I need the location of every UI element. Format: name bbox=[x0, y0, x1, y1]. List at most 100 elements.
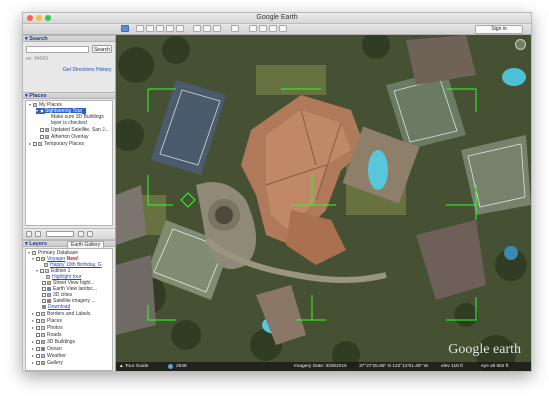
checkbox[interactable] bbox=[42, 298, 46, 303]
checkbox[interactable] bbox=[36, 360, 40, 365]
get-directions-link[interactable]: Get Directions bbox=[63, 67, 95, 73]
3d-cities-icon bbox=[47, 292, 51, 297]
places-header[interactable]: ▾ Places bbox=[23, 92, 115, 99]
add-folder-icon[interactable] bbox=[87, 231, 93, 237]
layers-item-borders[interactable]: ▸ Borders and Labels bbox=[32, 311, 90, 317]
checkbox[interactable] bbox=[36, 353, 40, 358]
checkbox[interactable] bbox=[36, 325, 40, 330]
toolbar: Sign in bbox=[23, 24, 531, 35]
history-link[interactable]: History bbox=[96, 67, 112, 73]
buildings-icon bbox=[41, 339, 45, 344]
email-icon[interactable] bbox=[249, 25, 257, 32]
folder-icon bbox=[33, 102, 37, 107]
tour-guide-button[interactable]: ▲ Tour Guide bbox=[119, 362, 148, 371]
layers-item-download[interactable]: Download bbox=[42, 304, 70, 310]
sidebar-toggle-icon[interactable] bbox=[121, 25, 129, 32]
checkbox[interactable] bbox=[36, 256, 40, 261]
compass-icon[interactable] bbox=[515, 39, 526, 50]
places-item-updated-satellite[interactable]: Updated Satellite, San J... bbox=[36, 127, 109, 133]
roads-icon bbox=[41, 332, 45, 337]
street-view-icon bbox=[47, 280, 51, 285]
voyager-icon bbox=[41, 256, 45, 261]
tour-thumbnail-icon[interactable] bbox=[168, 364, 173, 369]
checkbox[interactable] bbox=[36, 332, 40, 337]
satellite-icon bbox=[47, 298, 51, 303]
window-title: Google Earth bbox=[256, 14, 298, 21]
layers-item-3d-buildings[interactable]: ▸ 3D Buildings bbox=[32, 339, 75, 345]
checkbox[interactable] bbox=[33, 141, 37, 146]
save-image-icon[interactable] bbox=[269, 25, 277, 32]
sun-icon[interactable] bbox=[203, 25, 211, 32]
google-earth-watermark: Google earth bbox=[448, 342, 521, 357]
checkbox[interactable] bbox=[36, 311, 40, 316]
folder-icon bbox=[38, 141, 42, 146]
eye-altitude: eye alt 562 ft bbox=[481, 364, 509, 369]
photos-icon bbox=[41, 325, 45, 330]
checkbox[interactable] bbox=[36, 346, 40, 351]
overlay-icon bbox=[45, 134, 49, 139]
add-place-icon[interactable] bbox=[78, 231, 84, 237]
ruler-icon[interactable] bbox=[231, 25, 239, 32]
sign-in-button[interactable]: Sign in bbox=[475, 25, 523, 34]
tour-note-line-2: layer is checked bbox=[51, 120, 87, 126]
status-bar: ▲ Tour Guide 2948 Imagery Date: 3/28/201… bbox=[116, 362, 531, 371]
print-icon[interactable] bbox=[259, 25, 267, 32]
checkbox[interactable] bbox=[42, 286, 46, 291]
planets-icon[interactable] bbox=[213, 25, 221, 32]
places-filter-field[interactable] bbox=[46, 231, 74, 237]
layers-item-gallery[interactable]: ▸ Gallery bbox=[32, 360, 63, 366]
checkbox[interactable] bbox=[42, 292, 46, 297]
search-places-icon[interactable] bbox=[26, 231, 32, 237]
checkbox[interactable] bbox=[40, 108, 44, 113]
overlay-icon[interactable] bbox=[166, 25, 174, 32]
layers-panel: ▾ Primary Database ▾ Voyager New! Happy 10… bbox=[25, 248, 113, 371]
google-maps-icon[interactable] bbox=[279, 25, 287, 32]
layers-item-places[interactable]: ▸ Places bbox=[32, 318, 62, 324]
layers-item-weather[interactable]: ▸ Weather bbox=[32, 353, 66, 359]
places-item-atherton-overlay[interactable]: Atherton Overlay bbox=[36, 134, 89, 140]
status-year: 2948 bbox=[176, 364, 187, 369]
checkbox[interactable] bbox=[36, 339, 40, 344]
map-view[interactable]: Google earth ▲ Tour Guide 2948 Imagery D… bbox=[116, 35, 531, 371]
coordinates: 37°27'25.85" N 122°12'51.48" W bbox=[359, 364, 429, 369]
imagery-date: Imagery Date: 3/28/2015 bbox=[294, 364, 347, 369]
search-button[interactable]: Search bbox=[92, 45, 112, 53]
tour-icon bbox=[46, 274, 50, 279]
app-window: Google Earth Sign in ▾ Search Search ex:… bbox=[22, 12, 532, 372]
satellite-imagery[interactable] bbox=[116, 35, 531, 371]
sidebar-panel-icon[interactable] bbox=[35, 231, 41, 237]
places-item-temporary-places[interactable]: ▸ Temporary Places bbox=[29, 141, 84, 147]
search-input[interactable] bbox=[26, 46, 89, 53]
sidebar: ▾ Search Search ex: 94043 Get Directions… bbox=[23, 35, 116, 371]
checkbox[interactable] bbox=[40, 127, 44, 132]
tour-icon bbox=[44, 262, 48, 267]
path-icon[interactable] bbox=[156, 25, 164, 32]
ocean-icon bbox=[41, 346, 45, 351]
checkbox[interactable] bbox=[42, 280, 46, 285]
checkbox[interactable] bbox=[40, 134, 44, 139]
record-tour-icon[interactable] bbox=[176, 25, 184, 32]
folder-icon bbox=[41, 318, 45, 323]
folder-icon bbox=[45, 268, 49, 273]
swimming-pool bbox=[504, 246, 518, 260]
layers-item-roads[interactable]: Roads bbox=[32, 332, 61, 338]
places-controls bbox=[23, 228, 115, 240]
polygon-icon[interactable] bbox=[146, 25, 154, 32]
folder-icon bbox=[41, 311, 45, 316]
weather-icon bbox=[41, 353, 45, 358]
database-icon bbox=[32, 250, 36, 255]
layers-header[interactable]: ▾ Layers Earth Gallery bbox=[23, 240, 115, 249]
layers-item-photos[interactable]: ▸ Photos bbox=[32, 325, 63, 331]
checkbox[interactable] bbox=[40, 268, 44, 273]
swimming-pool bbox=[368, 150, 388, 190]
earth-view-icon bbox=[47, 286, 51, 291]
download-icon bbox=[42, 304, 46, 309]
checkbox[interactable] bbox=[36, 318, 40, 323]
overlay-icon bbox=[45, 127, 49, 132]
layers-item-ocean[interactable]: ▸ Ocean bbox=[32, 346, 62, 352]
title-bar: Google Earth bbox=[23, 13, 531, 24]
placemark-icon[interactable] bbox=[136, 25, 144, 32]
search-hint: ex: 94043 bbox=[26, 56, 48, 62]
historical-imagery-icon[interactable] bbox=[193, 25, 201, 32]
search-header[interactable]: ▾ Search bbox=[23, 35, 115, 42]
